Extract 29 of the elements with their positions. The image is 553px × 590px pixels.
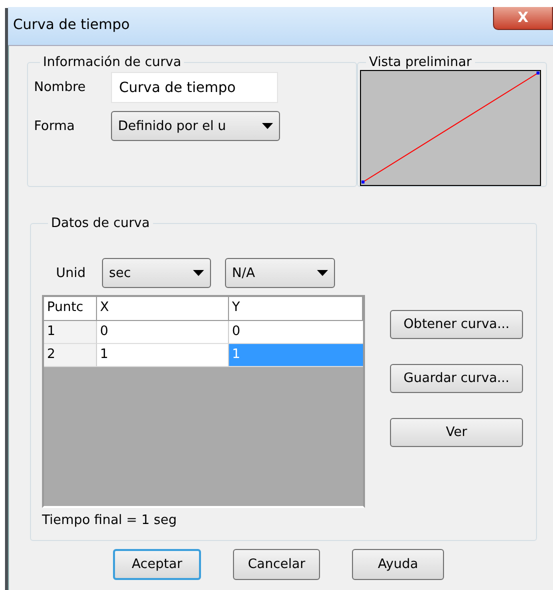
group-label: Vista preliminar <box>368 55 473 70</box>
name-field[interactable]: Curva de tiempo <box>111 72 278 103</box>
unit-dropdown[interactable]: N/A <box>225 258 335 288</box>
status-text: Tiempo final = 1 seg <box>42 513 178 528</box>
table-cell[interactable]: 1 <box>97 344 229 367</box>
action-button[interactable]: Guardar curva... <box>390 364 523 393</box>
unit-label: Unid <box>55 266 87 280</box>
column-header[interactable]: Puntc <box>44 297 97 321</box>
table-cell[interactable]: 0 <box>229 321 363 344</box>
field-label: Forma <box>34 118 76 134</box>
dialog-button[interactable]: Aceptar <box>113 549 201 580</box>
group-label: Información de curva <box>42 55 182 70</box>
caret-icon <box>262 122 273 130</box>
column-header[interactable]: Y <box>229 297 363 321</box>
table-cell[interactable]: 0 <box>97 321 229 344</box>
row-header[interactable]: 2 <box>44 344 97 367</box>
action-button[interactable]: Ver <box>390 418 523 447</box>
group-label: Datos de curva <box>50 216 151 231</box>
field-label: Nombre <box>34 80 87 95</box>
shape-dropdown[interactable]: Definido por el u <box>111 111 280 141</box>
column-header[interactable]: X <box>97 297 229 321</box>
window-title: Curva de tiempo <box>13 17 130 33</box>
dialog-button[interactable]: Ayuda <box>352 549 444 580</box>
dialog-button[interactable]: Cancelar <box>233 549 320 580</box>
caret-icon <box>317 270 328 276</box>
unit-dropdown[interactable]: sec <box>102 258 211 288</box>
caret-icon <box>193 270 204 276</box>
row-header[interactable]: 1 <box>44 321 97 344</box>
action-button[interactable]: Obtener curva... <box>390 310 523 339</box>
